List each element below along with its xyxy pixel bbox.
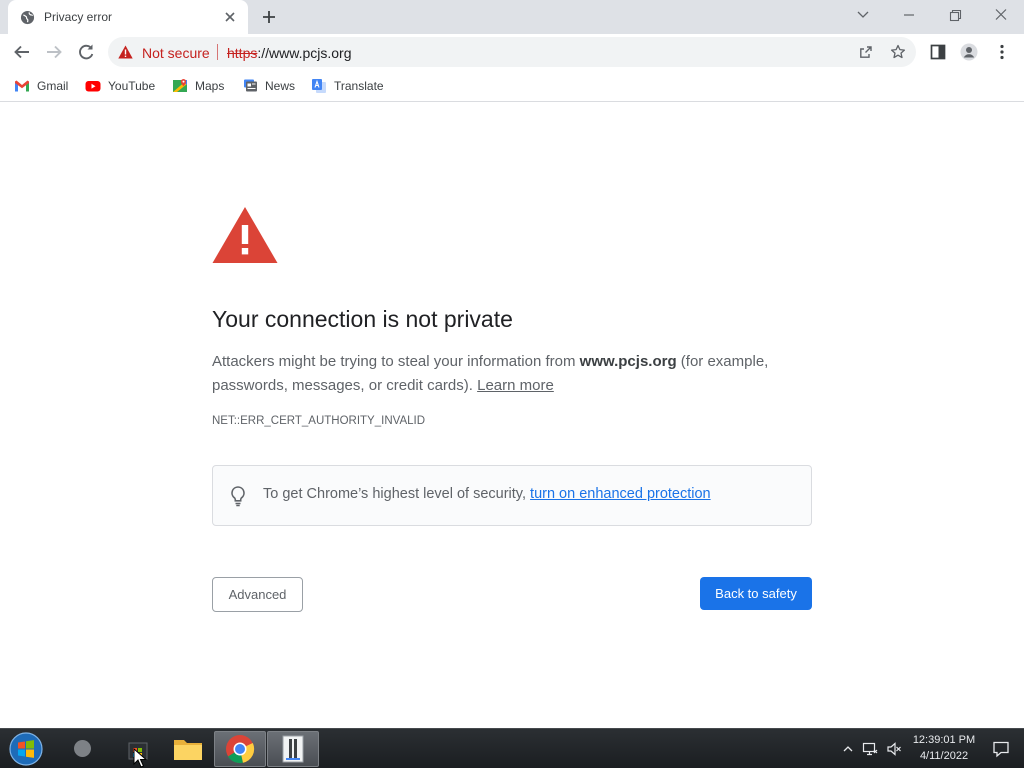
taskbar-app-window[interactable] — [267, 731, 319, 767]
bookmark-label: Gmail — [37, 79, 69, 93]
restore-icon[interactable] — [945, 7, 965, 23]
warning-triangle-icon — [212, 207, 278, 263]
tab-strip: Privacy error — [0, 0, 1024, 34]
chrome-icon — [226, 735, 255, 764]
address-bar[interactable]: Not secure https://www.pcjs.org — [108, 37, 916, 67]
bookmark-label: News — [265, 79, 296, 93]
cortana-circle-icon[interactable] — [72, 738, 93, 759]
tab-privacy-error[interactable]: Privacy error — [8, 0, 248, 34]
explanation-text: Attackers might be trying to steal your … — [212, 353, 580, 370]
url-scheme: https — [227, 45, 258, 61]
maps-icon — [173, 79, 187, 92]
browser-toolbar: Not secure https://www.pcjs.org — [0, 34, 1024, 70]
page-heading: Your connection is not private — [212, 306, 513, 332]
translate-icon — [312, 79, 326, 93]
enhanced-protection-link[interactable]: turn on enhanced protection — [530, 486, 711, 502]
close-window-icon[interactable] — [991, 7, 1011, 23]
app-window-icon — [282, 735, 304, 763]
learn-more-link[interactable]: Learn more — [477, 377, 554, 394]
action-center-icon[interactable] — [992, 740, 1010, 758]
url-host: ://www.pcjs.org — [257, 45, 352, 61]
omnibox-separator — [217, 44, 218, 60]
advanced-button[interactable]: Advanced — [212, 577, 303, 612]
volume-muted-icon[interactable] — [886, 741, 902, 757]
bookmark-youtube[interactable]: YouTube — [85, 76, 155, 96]
share-icon[interactable] — [858, 44, 874, 60]
show-hidden-icons-icon[interactable] — [840, 741, 856, 757]
enhanced-protection-prefix: To get Chrome’s highest level of securit… — [263, 486, 527, 502]
tab-search-icon[interactable] — [853, 7, 873, 23]
lightbulb-icon — [231, 486, 245, 507]
kebab-menu-icon[interactable] — [993, 43, 1011, 61]
explanation-host: www.pcjs.org — [579, 353, 677, 370]
reload-icon[interactable] — [76, 42, 96, 62]
bookmark-label: Maps — [195, 79, 225, 93]
side-panel-icon[interactable] — [929, 43, 947, 61]
bookmark-maps[interactable]: Maps — [172, 76, 224, 96]
taskbar-chrome[interactable] — [214, 731, 266, 767]
tab-title: Privacy error — [44, 10, 113, 24]
mouse-cursor-icon — [133, 748, 147, 768]
bookmark-label: YouTube — [108, 79, 156, 93]
not-secure-label[interactable]: Not secure — [142, 45, 210, 61]
news-icon — [244, 79, 257, 92]
clock-time: 12:39:01 PM — [912, 734, 976, 746]
enhanced-protection-box: To get Chrome’s highest level of securit… — [212, 465, 812, 526]
system-clock[interactable]: 12:39:01 PM 4/11/2022 — [906, 732, 982, 764]
url-text[interactable]: https://www.pcjs.org — [227, 45, 352, 61]
back-to-safety-button[interactable]: Back to safety — [700, 577, 812, 610]
back-arrow-icon[interactable] — [12, 42, 32, 62]
forward-arrow-icon[interactable] — [44, 42, 64, 62]
globe-icon — [20, 10, 35, 25]
windows-taskbar: 12:39:01 PM 4/11/2022 — [0, 728, 1024, 768]
profile-avatar-icon[interactable] — [960, 43, 978, 61]
bookmark-label: Translate — [334, 79, 384, 93]
network-icon[interactable] — [862, 741, 878, 757]
youtube-icon — [85, 81, 101, 92]
windows-start-icon[interactable] — [6, 731, 46, 767]
minimize-icon[interactable] — [899, 7, 919, 23]
folder-icon — [174, 740, 202, 760]
close-tab-icon[interactable] — [222, 9, 238, 25]
bookmarks-bar: Gmail YouTube Maps News Translate — [0, 70, 1024, 102]
error-explanation: Attackers might be trying to steal your … — [212, 350, 812, 398]
gmail-icon — [15, 80, 29, 92]
bookmark-gmail[interactable]: Gmail — [14, 76, 68, 96]
taskbar-file-explorer[interactable] — [162, 731, 214, 767]
bookmark-news[interactable]: News — [242, 76, 295, 96]
clock-date: 4/11/2022 — [919, 750, 969, 762]
warning-triangle-icon[interactable] — [118, 45, 133, 59]
bookmark-translate[interactable]: Translate — [311, 76, 384, 96]
bookmark-star-icon[interactable] — [890, 44, 906, 60]
enhanced-protection-text: To get Chrome’s highest level of securit… — [263, 486, 711, 502]
new-tab-icon[interactable] — [260, 8, 278, 26]
error-code[interactable]: NET::ERR_CERT_AUTHORITY_INVALID — [212, 415, 425, 427]
